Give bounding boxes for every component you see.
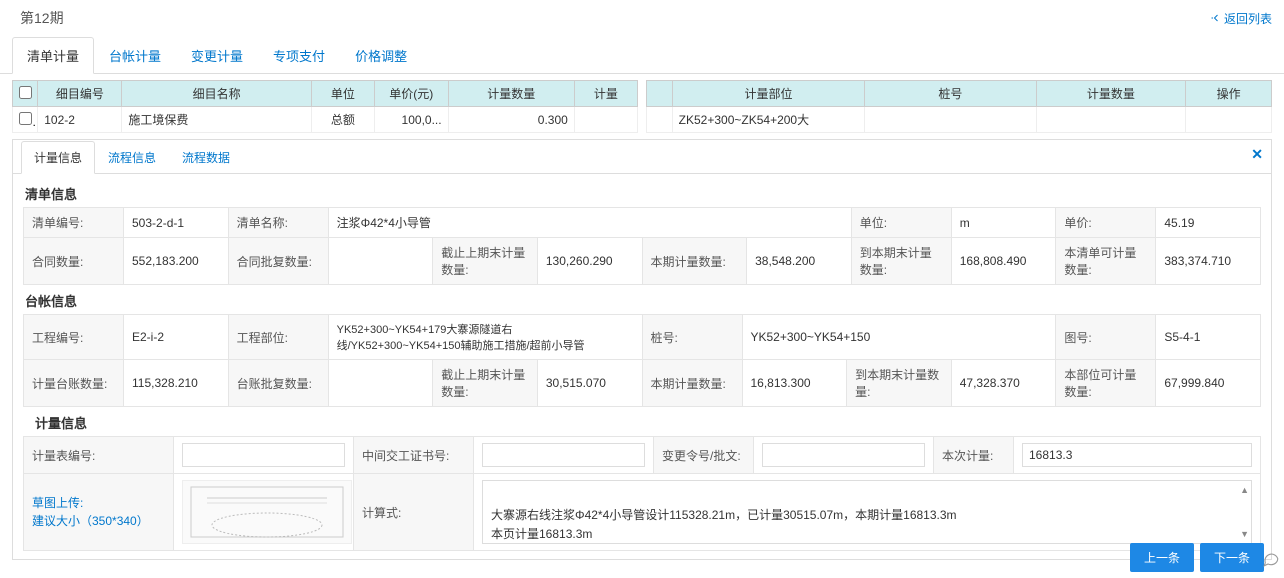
- detail-tab-liuchengshuju[interactable]: 流程数据: [169, 141, 243, 174]
- taizhang-info-table: 工程编号: E2-i-2 工程部位: YK52+300~YK54+179大寨源隧…: [23, 314, 1261, 407]
- col-part: 计量部位: [672, 81, 865, 107]
- col-code: 细目编号: [38, 81, 122, 107]
- back-icon: [1210, 12, 1222, 24]
- col-price: 单价(元): [374, 81, 448, 107]
- this-qty-input[interactable]: 16813.3: [1022, 443, 1252, 467]
- main-tabs: 清单计量 台帐计量 变更计量 专项支付 价格调整: [0, 36, 1284, 74]
- left-grid: 细目编号 细目名称 单位 单价(元) 计量数量 计量 102-2 施工境保费 总…: [12, 80, 638, 133]
- prev-button[interactable]: 上一条: [1130, 543, 1194, 572]
- upload-hint: 建议大小（350*340）: [32, 512, 165, 530]
- back-to-list-link[interactable]: 返回列表: [1210, 10, 1272, 27]
- jiliang-section-title: 计量信息: [23, 407, 1261, 436]
- chat-icon[interactable]: [1262, 550, 1280, 568]
- sheet-no-input[interactable]: [182, 443, 345, 467]
- qingdan-section-title: 清单信息: [23, 178, 1261, 207]
- col-qty: 计量数量: [448, 81, 574, 107]
- tab-taizhang[interactable]: 台帐计量: [94, 37, 176, 74]
- cert-no-input[interactable]: [482, 443, 645, 467]
- col-pile: 桩号: [865, 81, 1036, 107]
- taizhang-section-title: 台帐信息: [23, 285, 1261, 314]
- right-grid: 计量部位 桩号 计量数量 操作 ZK52+300~ZK54+200大: [646, 80, 1272, 133]
- next-button[interactable]: 下一条: [1200, 543, 1264, 572]
- formula-textarea[interactable]: 大寨源右线注浆Φ42*4小导管设计115328.21m，已计量30515.07m…: [482, 480, 1252, 544]
- col-op: 操作: [1186, 81, 1272, 107]
- col-amt: 计量: [574, 81, 637, 107]
- row-checkbox[interactable]: [19, 112, 32, 125]
- tab-biangen[interactable]: 变更计量: [176, 37, 258, 74]
- scrollbar[interactable]: ▲▼: [1240, 483, 1249, 541]
- tab-qingdan[interactable]: 清单计量: [12, 37, 94, 74]
- page-title: 第12期: [20, 8, 64, 28]
- col-unit: 单位: [311, 81, 374, 107]
- detail-tab-liucheng[interactable]: 流程信息: [95, 141, 169, 174]
- sketch-icon: [187, 483, 347, 541]
- detail-tab-jiliang[interactable]: 计量信息: [21, 141, 95, 174]
- detail-tabs: 计量信息 流程信息 流程数据: [13, 140, 1271, 174]
- sketch-thumbnail[interactable]: [182, 480, 352, 544]
- qingdan-info-table: 清单编号: 503-2-d-1 清单名称: 注浆Φ42*4小导管 单位: m 单…: [23, 207, 1261, 285]
- upload-link[interactable]: 草图上传:: [32, 496, 83, 510]
- change-no-input[interactable]: [762, 443, 925, 467]
- col-name: 细目名称: [122, 81, 311, 107]
- tab-jiage[interactable]: 价格调整: [340, 37, 422, 74]
- table-row[interactable]: ZK52+300~ZK54+200大: [647, 107, 1272, 133]
- tab-zhuanxiang[interactable]: 专项支付: [258, 37, 340, 74]
- select-all-checkbox[interactable]: [19, 86, 32, 99]
- table-row[interactable]: 102-2 施工境保费 总额 100,0... 0.300: [13, 107, 638, 133]
- jiliang-info-table: 计量表编号: 中间交工证书号: 变更令号/批文: 本次计量: 16813.3 草…: [23, 436, 1261, 551]
- close-icon[interactable]: ✕: [1251, 146, 1263, 163]
- col-qty2: 计量数量: [1036, 81, 1186, 107]
